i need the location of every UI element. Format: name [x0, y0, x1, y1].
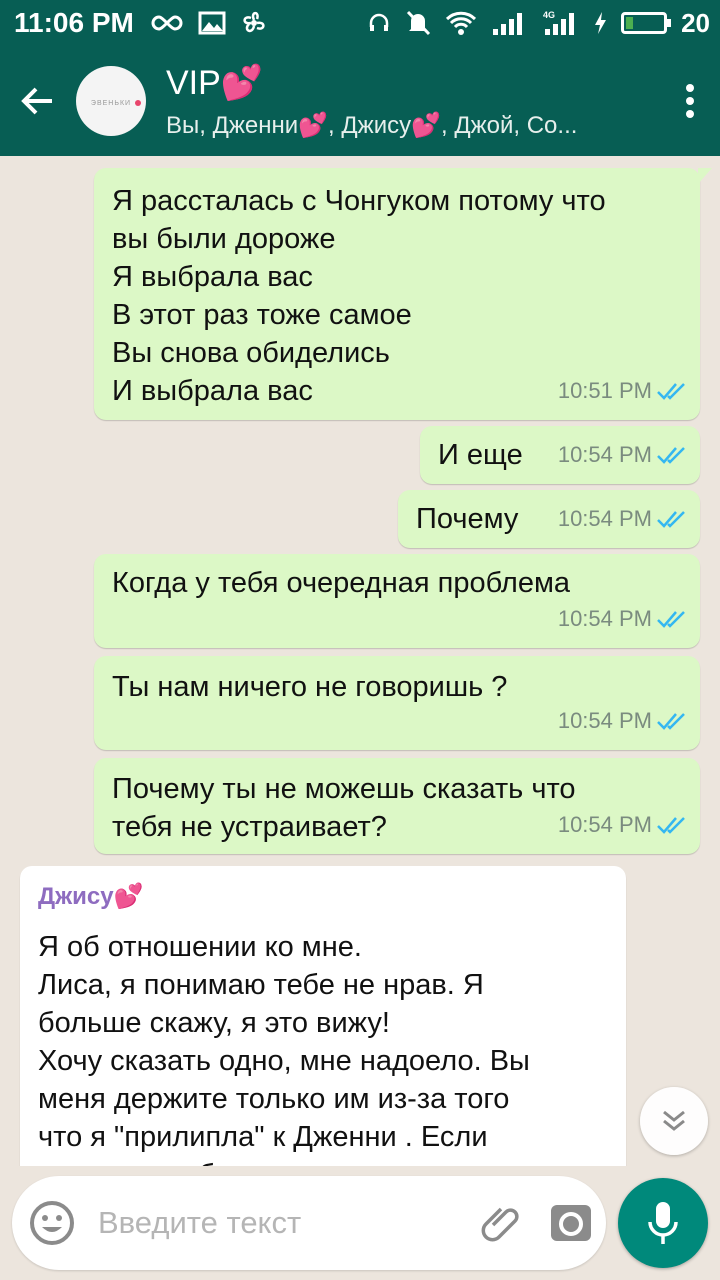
chat-area[interactable]: Я рассталась с Чонгуком потому что вы бы…	[0, 156, 720, 1166]
message-text: Я об отношении ко мне. Лиса, я понимаю т…	[38, 931, 530, 1166]
read-ticks-icon	[657, 447, 685, 464]
message-bubble[interactable]: Почему ты не можешь сказать что тебя не …	[94, 758, 700, 854]
group-avatar[interactable]: ЭВЕНЬКИ	[76, 66, 146, 136]
wifi-icon	[446, 11, 477, 35]
scroll-to-bottom-button[interactable]	[640, 1087, 708, 1155]
arrow-left-icon	[21, 87, 52, 115]
message-bubble[interactable]: Почему 10:54 PM	[398, 490, 700, 548]
message-bubble[interactable]: Когда у тебя очередная проблема 10:54 PM	[94, 554, 700, 648]
message-time: 10:54 PM	[557, 506, 652, 531]
message-time: 10:54 PM	[557, 812, 652, 837]
message-bubble[interactable]: Я рассталась с Чонгуком потому что вы бы…	[94, 168, 712, 420]
message-time: 10:54 PM	[557, 606, 652, 631]
chat-header: ЭВЕНЬКИ VIP💕 Вы, Дженни💕, Джису💕, Джой, …	[0, 46, 720, 156]
message-sender[interactable]: Джису💕	[38, 878, 608, 916]
message-meta: 10:54 PM	[558, 702, 688, 740]
headset-icon	[369, 13, 389, 31]
message-composer: Введите текст	[12, 1176, 606, 1270]
bubble-tail	[698, 168, 712, 184]
status-left-icons	[150, 9, 268, 37]
paperclip-icon	[481, 1207, 519, 1242]
read-ticks-icon	[657, 383, 685, 400]
emoji-button[interactable]	[12, 1199, 92, 1247]
mute-bell-icon	[406, 10, 431, 36]
message-input[interactable]: Введите текст	[92, 1205, 466, 1241]
mic-icon	[648, 1202, 678, 1244]
signal-icon	[493, 13, 523, 35]
more-vert-icon	[686, 84, 694, 118]
message-meta: 10:54 PM	[558, 500, 688, 538]
attach-button[interactable]	[466, 1201, 536, 1245]
read-ticks-icon	[657, 817, 685, 834]
battery-level	[626, 17, 634, 29]
message-bubble[interactable]: Ты нам ничего не говоришь ? 10:54 PM	[94, 656, 700, 750]
message-meta: 10:54 PM	[558, 806, 688, 844]
group-members: Вы, Дженни💕, Джису💕, Джой, Со...	[166, 111, 578, 139]
message-meta: 10:54 PM	[558, 436, 688, 474]
message-meta: 10:54 PM	[558, 600, 688, 638]
double-chevron-down-icon	[663, 1110, 685, 1131]
message-bubble[interactable]: Джису💕 Я об отношении ко мне. Лиса, я по…	[20, 866, 626, 1166]
battery-percent: 20	[681, 7, 710, 38]
emoji-icon	[30, 1201, 74, 1245]
message-content: Джису💕 Я об отношении ко мне. Лиса, я по…	[20, 866, 626, 1166]
more-options-button[interactable]	[660, 83, 720, 119]
message-time: 10:54 PM	[557, 708, 652, 733]
status-bar: 11:06 PM 4G 20	[0, 0, 720, 46]
read-ticks-icon	[657, 713, 685, 730]
avatar-logo: ЭВЕНЬКИ	[91, 100, 141, 107]
read-ticks-icon	[657, 511, 685, 528]
message-time: 10:54 PM	[557, 442, 652, 467]
voice-message-button[interactable]	[618, 1178, 708, 1268]
charging-icon	[595, 12, 607, 34]
battery-icon	[621, 12, 672, 34]
signal-4g-icon: 4G	[543, 10, 575, 35]
read-ticks-icon	[657, 611, 685, 628]
gallery-icon	[198, 11, 226, 35]
fan-icon	[243, 11, 265, 33]
svg-text:4G: 4G	[543, 10, 555, 20]
camera-icon	[551, 1205, 591, 1241]
infinity-icon	[151, 15, 183, 31]
group-title: VIP💕	[166, 63, 264, 102]
header-titles[interactable]: VIP💕 Вы, Дженни💕, Джису💕, Джой, Со...	[166, 63, 660, 140]
message-bubble[interactable]: И еще 10:54 PM	[420, 426, 700, 484]
status-time: 11:06 PM	[14, 7, 134, 38]
message-time: 10:51 PM	[557, 378, 652, 403]
svg-text:ЭВЕНЬКИ: ЭВЕНЬКИ	[91, 100, 131, 107]
camera-button[interactable]	[536, 1203, 606, 1243]
back-button[interactable]	[0, 81, 76, 121]
status-right-icons: 4G 20	[367, 8, 710, 39]
message-meta: 10:51 PM	[558, 372, 688, 410]
